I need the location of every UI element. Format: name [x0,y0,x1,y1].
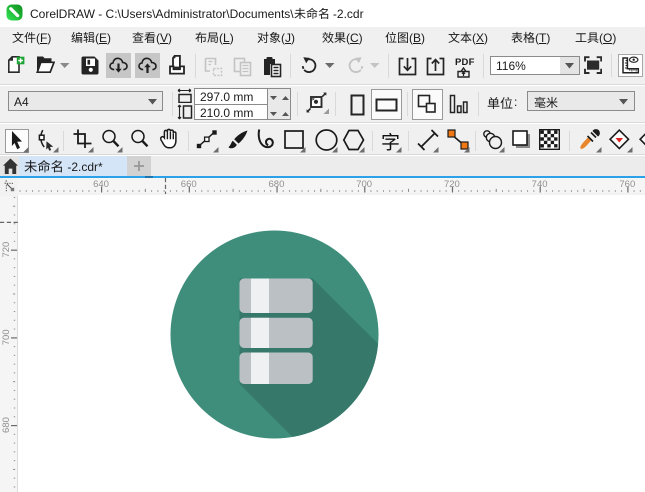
svg-text:680: 680 [269,179,285,190]
svg-text:740: 740 [532,179,548,190]
svg-text:640: 640 [93,179,109,190]
svg-text:660: 660 [181,179,197,190]
svg-text:720: 720 [1,242,12,258]
svg-text:680: 680 [1,417,12,433]
svg-text:700: 700 [356,179,372,190]
svg-text:700: 700 [1,329,12,345]
svg-text:760: 760 [619,179,635,190]
svg-text:720: 720 [444,179,460,190]
